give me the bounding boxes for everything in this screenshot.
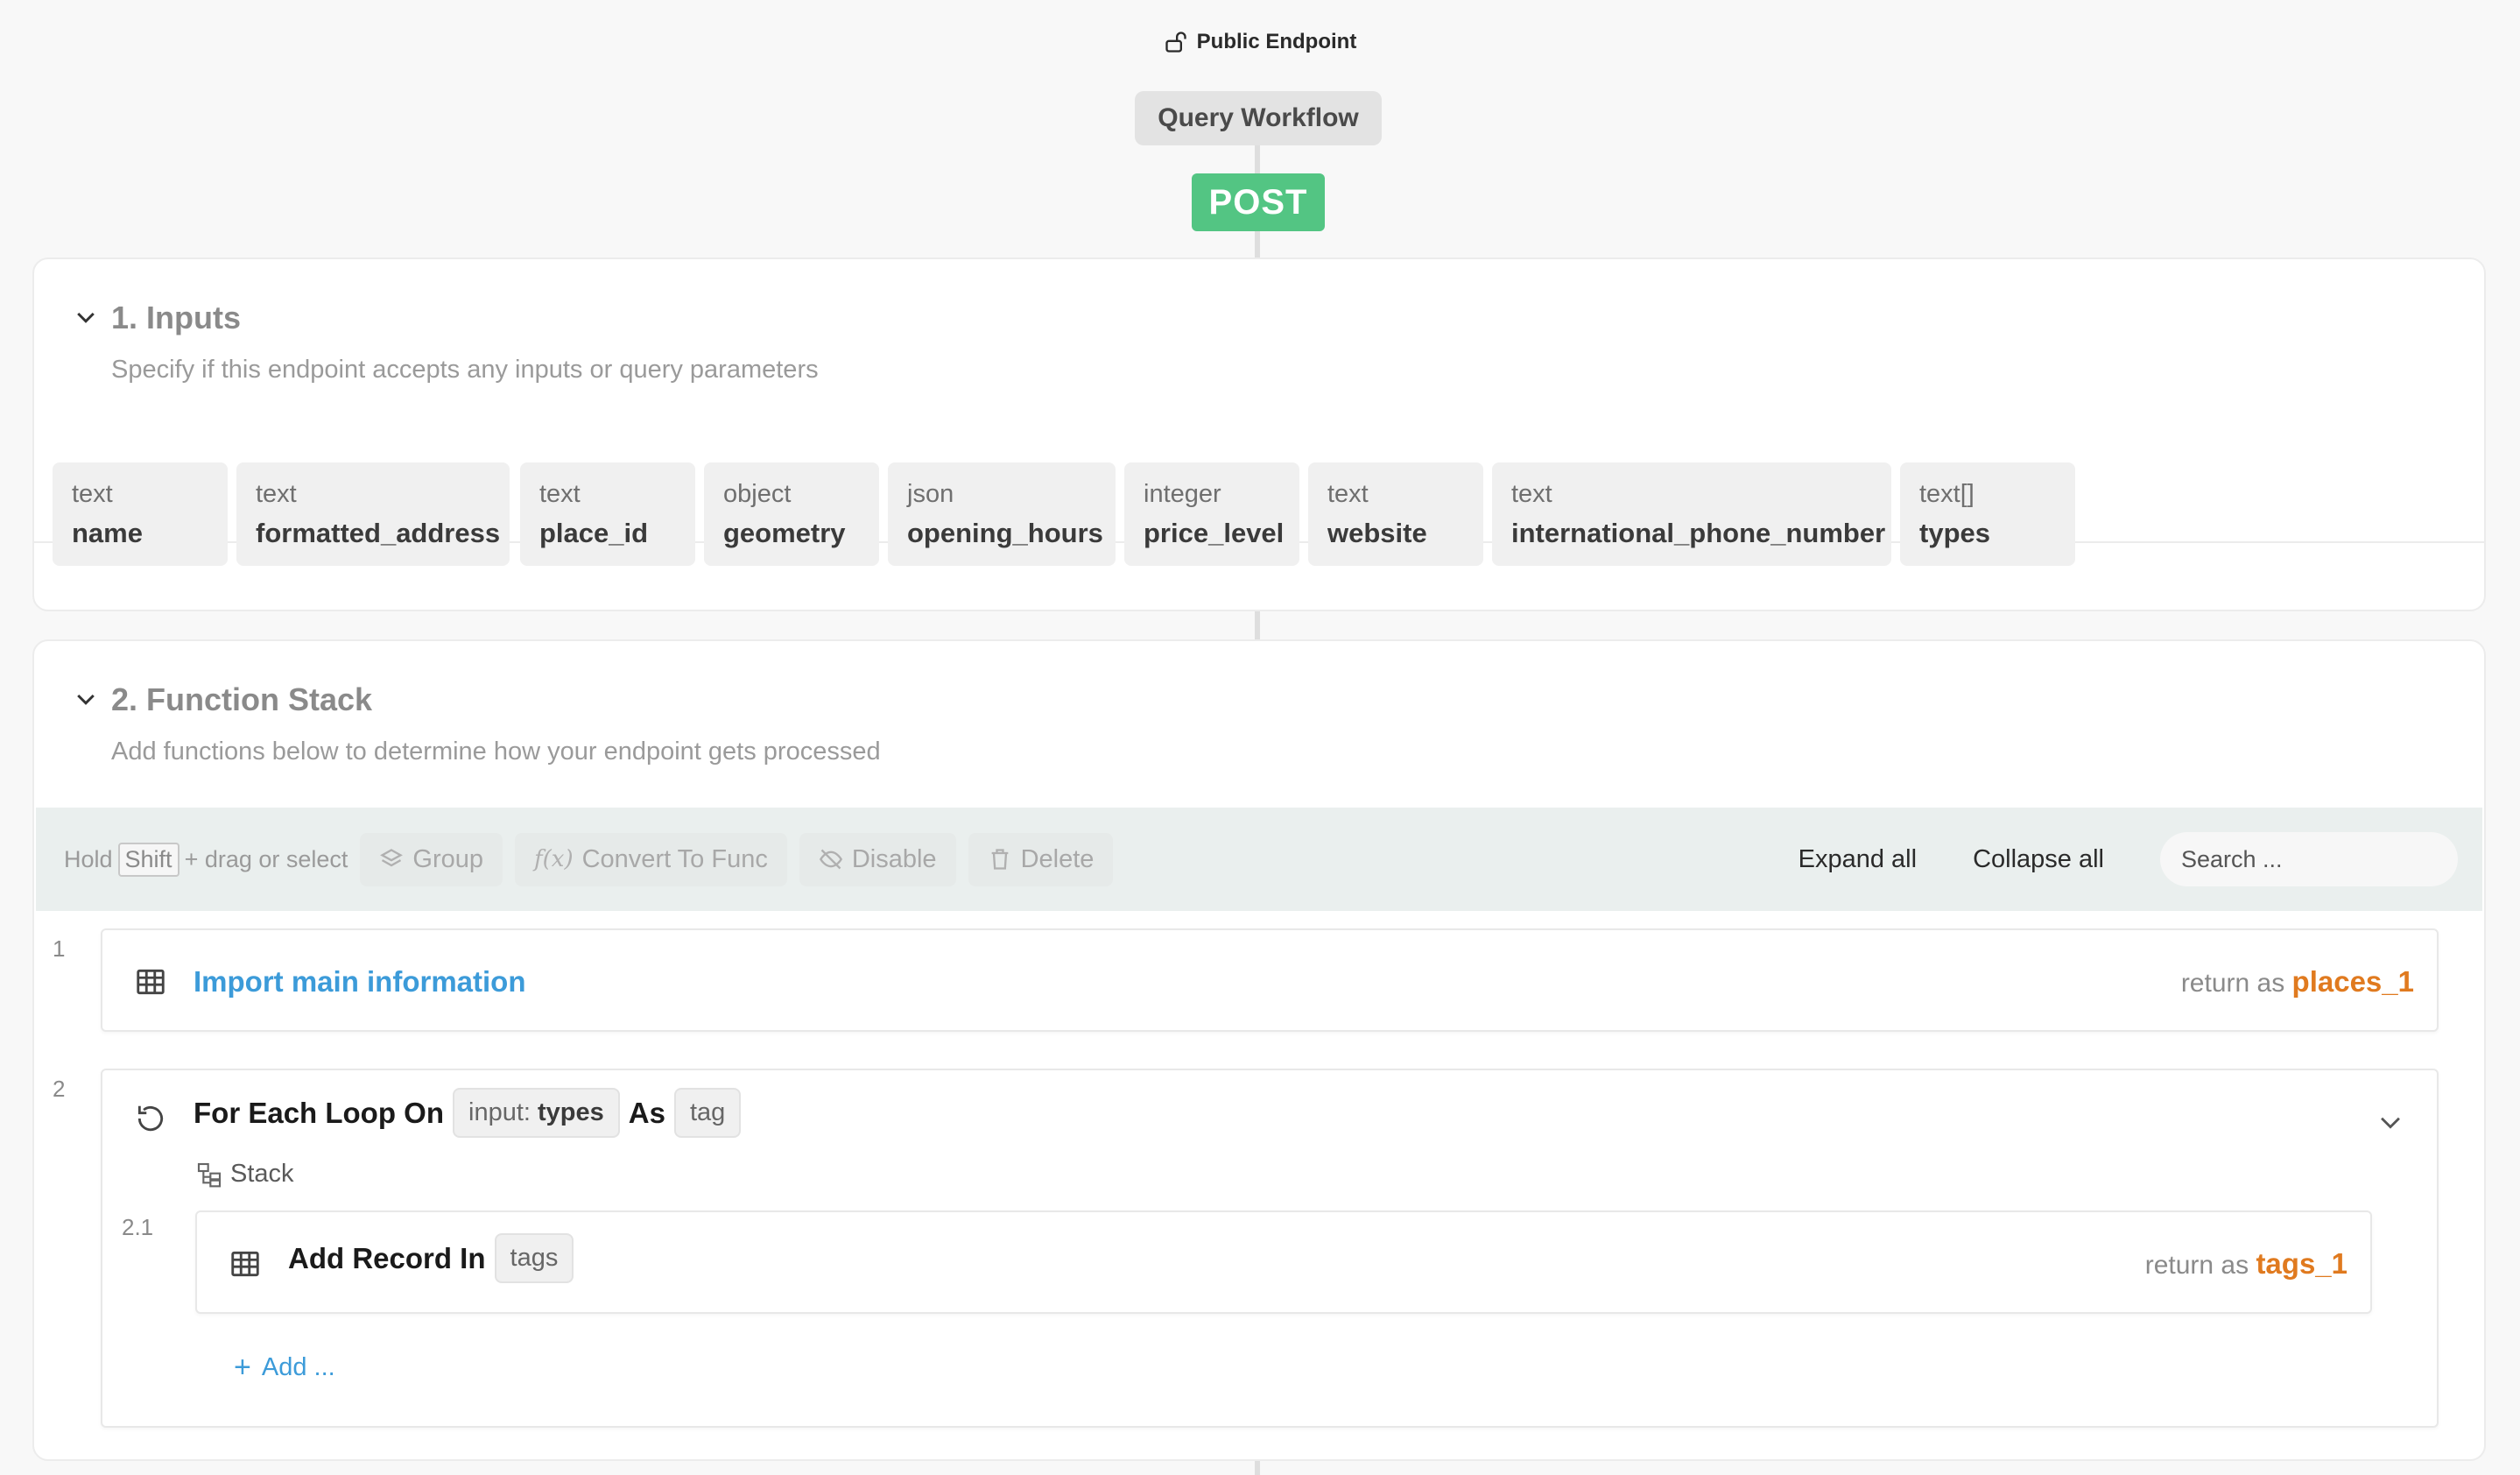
function-stack-section: 2. Function Stack Add functions below to… bbox=[32, 639, 2486, 1461]
workflow-name-pill[interactable]: Query Workflow bbox=[1135, 91, 1382, 145]
chevron-down-icon[interactable] bbox=[2376, 1107, 2405, 1137]
return-variable[interactable]: places_1 bbox=[2292, 965, 2414, 998]
function-import-main-information[interactable]: Import main information return as places… bbox=[101, 928, 2439, 1032]
loop-as-pill[interactable]: tag bbox=[673, 1088, 742, 1138]
sub-function-index: 2.1 bbox=[122, 1214, 154, 1240]
public-endpoint-text: Public Endpoint bbox=[1196, 30, 1357, 53]
input-chip-opening-hours[interactable]: json opening_hours bbox=[888, 462, 1116, 566]
connector-line bbox=[1255, 231, 1260, 258]
table-pill[interactable]: tags bbox=[494, 1233, 574, 1283]
disable-button[interactable]: Disable bbox=[799, 832, 956, 886]
pill-value: types bbox=[538, 1098, 604, 1126]
chevron-down-icon[interactable] bbox=[73, 687, 99, 713]
connector-line bbox=[1255, 1461, 1260, 1475]
input-chip-types[interactable]: text[] types bbox=[1900, 462, 2075, 566]
input-name: geometry bbox=[723, 518, 846, 548]
input-name: types bbox=[1919, 518, 1990, 548]
function-stack-header[interactable]: 2. Function Stack bbox=[73, 681, 372, 718]
input-type: object bbox=[723, 480, 792, 508]
input-type: text bbox=[539, 480, 581, 508]
input-chip-name[interactable]: text name bbox=[53, 462, 228, 566]
convert-to-func-button[interactable]: f(x) Convert To Func bbox=[515, 832, 787, 886]
group-button[interactable]: Group bbox=[360, 832, 503, 886]
function-search-input[interactable] bbox=[2160, 832, 2458, 886]
loop-icon bbox=[137, 1105, 164, 1132]
function-add-record[interactable]: Add Record In tags return as tags_1 bbox=[195, 1210, 2372, 1314]
trash-icon bbox=[991, 849, 1008, 870]
function-return: return as places_1 bbox=[2181, 965, 2414, 999]
disable-label: Disable bbox=[851, 844, 937, 873]
http-method-badge[interactable]: POST bbox=[1192, 173, 1325, 231]
connector-line bbox=[1255, 145, 1260, 173]
connector-line bbox=[1255, 611, 1260, 639]
table-icon bbox=[137, 969, 165, 995]
function-for-each-loop[interactable]: For Each Loop On input: types As tag Sta… bbox=[101, 1069, 2439, 1428]
input-type: text[] bbox=[1919, 480, 1974, 508]
input-chip-price-level[interactable]: integer price_level bbox=[1124, 462, 1299, 566]
inputs-section-title: 1. Inputs bbox=[111, 300, 242, 335]
input-chip-formatted-address[interactable]: text formatted_address bbox=[236, 462, 510, 566]
add-record-title: Add Record In bbox=[288, 1241, 486, 1274]
function-index: 1 bbox=[53, 935, 66, 962]
layers-icon bbox=[380, 849, 404, 867]
eye-off-icon bbox=[819, 849, 842, 870]
input-name: website bbox=[1327, 518, 1427, 548]
group-label: Group bbox=[412, 844, 484, 873]
shift-key-hint: Shift bbox=[117, 842, 179, 877]
input-name: name bbox=[72, 518, 143, 548]
collapse-all-button[interactable]: Collapse all bbox=[1973, 845, 2104, 874]
input-type: integer bbox=[1144, 480, 1221, 508]
add-label: Add ... bbox=[261, 1353, 335, 1381]
inputs-section: 1. Inputs Specify if this endpoint accep… bbox=[32, 258, 2486, 611]
chevron-down-icon[interactable] bbox=[73, 305, 99, 331]
input-chip-geometry[interactable]: object geometry bbox=[704, 462, 879, 566]
stack-icon bbox=[197, 1162, 222, 1187]
input-chip-website[interactable]: text website bbox=[1308, 462, 1483, 566]
input-type: text bbox=[1327, 480, 1369, 508]
delete-label: Delete bbox=[1020, 844, 1095, 873]
unlock-icon bbox=[1165, 32, 1186, 53]
input-name: price_level bbox=[1144, 518, 1285, 548]
convert-label: Convert To Func bbox=[581, 844, 768, 873]
input-name: international_phone_number bbox=[1511, 518, 1886, 548]
function-stack-title: 2. Function Stack bbox=[111, 681, 373, 717]
loop-title: For Each Loop On bbox=[194, 1096, 444, 1129]
input-name: place_id bbox=[539, 518, 649, 548]
loop-header: For Each Loop On input: types As tag bbox=[194, 1088, 742, 1138]
stack-label: Stack bbox=[195, 1160, 294, 1189]
pill-prefix: input: bbox=[468, 1098, 531, 1126]
public-endpoint-label: Public Endpoint bbox=[0, 30, 2520, 54]
stack-text: Stack bbox=[230, 1160, 294, 1188]
input-chip-international-phone-number[interactable]: text international_phone_number bbox=[1492, 462, 1891, 566]
inputs-section-header[interactable]: 1. Inputs bbox=[73, 300, 241, 336]
function-icon: f(x) bbox=[534, 846, 574, 872]
function-toolbar: Hold Shift + drag or select Group f(x) C… bbox=[36, 808, 2482, 911]
add-record-header: Add Record In tags bbox=[288, 1233, 574, 1283]
function-return: return as tags_1 bbox=[2145, 1247, 2348, 1281]
function-index: 2 bbox=[53, 1076, 66, 1102]
toolbar-hint-suffix: + drag or select bbox=[184, 845, 348, 872]
loop-input-pill[interactable]: input: types bbox=[453, 1088, 620, 1138]
input-chip-place-id[interactable]: text place_id bbox=[520, 462, 695, 566]
return-variable[interactable]: tags_1 bbox=[2256, 1247, 2348, 1280]
input-type: json bbox=[907, 480, 954, 508]
input-type: text bbox=[1511, 480, 1552, 508]
return-prefix: return as bbox=[2180, 969, 2285, 998]
inputs-section-subtitle: Specify if this endpoint accepts any inp… bbox=[111, 356, 819, 384]
input-type: text bbox=[72, 480, 113, 508]
return-prefix: return as bbox=[2144, 1251, 2249, 1280]
delete-button[interactable]: Delete bbox=[968, 832, 1114, 886]
input-type: text bbox=[256, 480, 297, 508]
function-stack-subtitle: Add functions below to determine how you… bbox=[111, 738, 881, 766]
add-function-button[interactable]: + Add ... bbox=[234, 1351, 335, 1385]
expand-all-button[interactable]: Expand all bbox=[1798, 845, 1917, 874]
table-icon bbox=[231, 1251, 259, 1277]
input-name: opening_hours bbox=[907, 518, 1103, 548]
function-title[interactable]: Import main information bbox=[194, 965, 526, 999]
loop-as-label: As bbox=[628, 1096, 665, 1129]
input-name: formatted_address bbox=[256, 518, 501, 548]
plus-icon: + bbox=[234, 1351, 251, 1384]
toolbar-hint-prefix: Hold bbox=[64, 845, 113, 872]
